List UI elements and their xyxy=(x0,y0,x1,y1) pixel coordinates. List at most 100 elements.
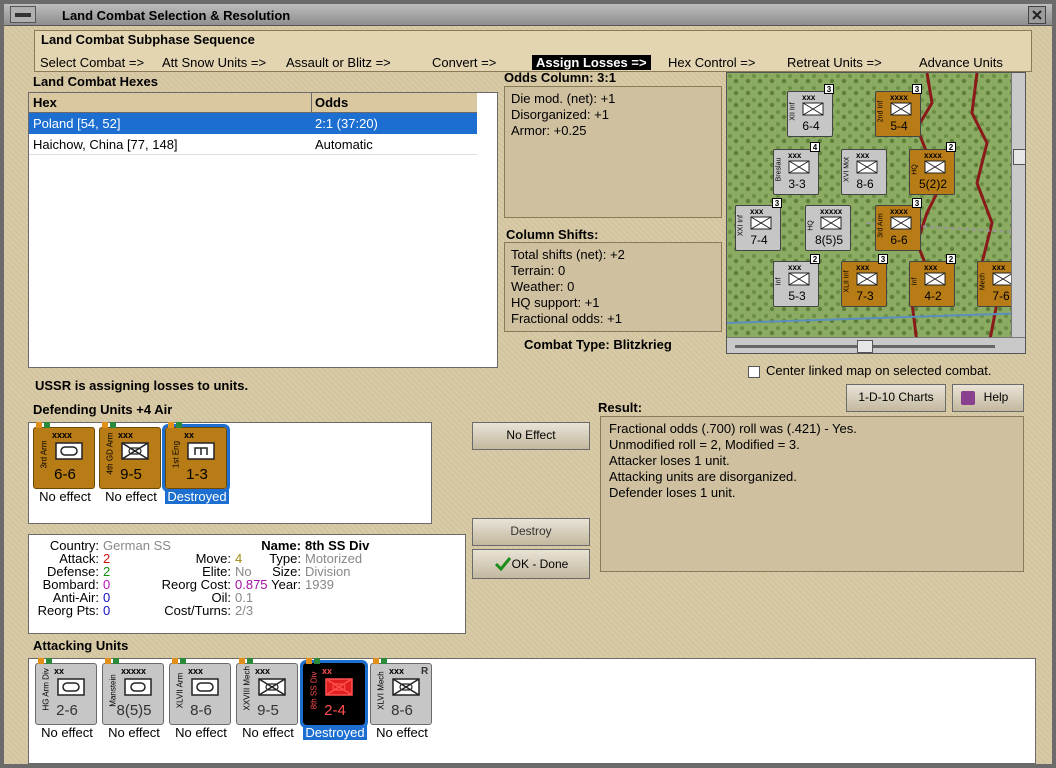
map-unit-counter[interactable]: xxxx 2nd Inf 5-4 3 xyxy=(875,84,922,137)
map-unit-counter[interactable]: xxx Inf 5-3 2 xyxy=(773,254,820,307)
reorg-pts-value: 0 xyxy=(103,603,111,618)
map-unit-size: xxx xyxy=(750,207,764,216)
map-vscroll-thumb[interactable] xyxy=(1013,149,1025,165)
land-combat-window: Land Combat Selection & Resolution Land … xyxy=(0,0,1056,768)
map-unit-counter[interactable]: xxx XLII Inf 7-3 3 xyxy=(841,254,888,307)
map-unit-counter[interactable]: xxx Breslau 3-3 4 xyxy=(773,142,820,195)
year-value: 1939 xyxy=(305,577,334,592)
step-att-snow-units[interactable]: Att Snow Units => xyxy=(162,55,266,70)
unit-size: xx xyxy=(322,666,333,676)
step-retreat-units[interactable]: Retreat Units => xyxy=(787,55,882,70)
map-unit-strength: 3-3 xyxy=(788,177,806,191)
help-label: Help xyxy=(983,390,1009,404)
map-unit-size: xxx xyxy=(788,263,802,272)
result-line: Defender loses 1 unit. xyxy=(609,485,736,500)
attacking-unit[interactable]: xxx XLVI Mech 8-6 R No effect xyxy=(370,658,434,740)
unit-symbol-icon xyxy=(186,441,216,464)
step-hex-control[interactable]: Hex Control => xyxy=(668,55,755,70)
defending-unit[interactable]: xxxx 3rd Arm 6-6 No effect xyxy=(33,422,97,504)
unit-symbol-icon xyxy=(54,441,84,464)
odds-line: Die mod. (net): +1 xyxy=(511,91,616,106)
window-title: Land Combat Selection & Resolution xyxy=(62,8,291,23)
defending-unit[interactable]: xx 1st Eng 1-3 Destroyed xyxy=(162,422,230,504)
unit-strength: 9-5 xyxy=(120,466,142,483)
map-unit-badge: 3 xyxy=(912,84,922,94)
status-dot-icon xyxy=(110,422,116,428)
unit-counter[interactable]: xx 1st Eng 1-3 xyxy=(162,422,230,492)
attacking-unit[interactable]: xx HG Arm Div 2-6 No effect xyxy=(35,658,99,740)
column-shifts-title: Column Shifts: xyxy=(506,227,599,242)
unit-counter[interactable]: xxx XLVI Mech 8-6 R xyxy=(370,658,432,725)
map-unit-counter[interactable]: xxxx 3rd Arm 6-6 3 xyxy=(875,198,922,251)
shift-line: Weather: 0 xyxy=(511,279,575,294)
odds-column-header[interactable]: Odds xyxy=(315,95,348,110)
map-unit-size: xxxx xyxy=(890,207,908,216)
linked-map[interactable]: xxx XII Inf 6-4 3 xxxx 2nd Inf 5-4 3 xxx Breslau 3… xyxy=(726,72,1026,354)
unit-counter[interactable]: xx HG Arm Div 2-6 xyxy=(35,658,97,725)
hex-column-header[interactable]: Hex xyxy=(33,95,57,110)
map-horizontal-scrollbar[interactable] xyxy=(727,337,1025,353)
map-unit-size: xxx xyxy=(788,151,802,160)
status-dot-icon xyxy=(105,658,111,664)
map-unit-strength: 7-3 xyxy=(856,289,874,303)
attacking-unit[interactable]: xxx XLVII Arm 8-6 No effect xyxy=(169,658,233,740)
map-unit-counter[interactable]: xxxx HQ 5(2)2 2 xyxy=(909,142,956,195)
close-icon[interactable] xyxy=(1028,6,1046,24)
step-convert[interactable]: Convert => xyxy=(432,55,496,70)
window-menu-icon[interactable] xyxy=(10,6,36,23)
reorg-pts-label: Reorg Pts: xyxy=(37,603,99,618)
map-unit-strength: 5(2)2 xyxy=(918,177,947,191)
map-unit-strength: 4-2 xyxy=(924,289,942,303)
map-hscroll-thumb[interactable] xyxy=(857,340,873,353)
step-select-combat[interactable]: Select Combat => xyxy=(40,55,144,70)
status-dot-icon xyxy=(36,422,42,428)
center-linked-checkbox[interactable] xyxy=(748,366,760,378)
map-unit-badge: 3 xyxy=(912,198,922,208)
map-unit-counter[interactable]: xxxxx HQ 8(5)5 xyxy=(805,205,851,251)
status-dot-icon xyxy=(247,658,253,664)
hexes-list[interactable]: Hex Odds Poland [54, 52] 2:1 (37:20) Hai… xyxy=(28,92,498,368)
map-unit-counter[interactable]: xxx XXI Inf 7-4 3 xyxy=(735,198,782,251)
unit-counter[interactable]: xxxxx Manstein 8(5)5 xyxy=(102,658,164,725)
map-unit-symbol-icon xyxy=(856,160,878,177)
unit-size: xxxx xyxy=(52,430,73,440)
status-message: USSR is assigning losses to units. xyxy=(35,378,249,393)
unit-counter[interactable]: xxx 4th GD Arm 9-5 xyxy=(99,422,161,489)
map-unit-counter[interactable]: xxx Inf 4-2 2 xyxy=(909,254,956,307)
destroy-button[interactable]: Destroy xyxy=(472,518,590,546)
unit-counter[interactable]: xxxx 3rd Arm 6-6 xyxy=(33,422,95,489)
help-button[interactable]: Help xyxy=(952,384,1024,412)
shift-line: Fractional odds: +1 xyxy=(511,311,622,326)
map-unit-symbol-icon xyxy=(856,272,878,289)
step-advance-units[interactable]: Advance Units xyxy=(919,55,1003,70)
hex-row[interactable]: Poland [54, 52] 2:1 (37:20) xyxy=(29,113,477,134)
attacking-unit[interactable]: xxxxx Manstein 8(5)5 No effect xyxy=(102,658,166,740)
reserve-mark: R xyxy=(421,666,429,677)
cost-turns-value: 2/3 xyxy=(235,603,254,618)
hex-row[interactable]: Haichow, China [77, 148] Automatic xyxy=(29,134,477,155)
map-unit-badge: 4 xyxy=(810,142,820,152)
attacking-unit[interactable]: xxx XXVIII Mech 9-5 No effect xyxy=(236,658,300,740)
attacking-unit[interactable]: xx 8th SS Div 2-4 Destroyed xyxy=(300,658,368,740)
unit-symbol-icon xyxy=(56,677,86,700)
odds-modifiers-box: Die mod. (net): +1 Disorganized: +1 Armo… xyxy=(504,86,722,218)
unit-counter[interactable]: xxx XLVII Arm 8-6 xyxy=(169,658,231,725)
step-assign-losses[interactable]: Assign Losses => xyxy=(532,55,651,70)
unit-counter[interactable]: xxx XXVIII Mech 9-5 xyxy=(236,658,298,725)
no-effect-button[interactable]: No Effect xyxy=(472,422,590,450)
map-unit-counter[interactable]: xxx XVI Mot 8-6 xyxy=(841,149,887,195)
odds-cell: 2:1 (37:20) xyxy=(315,116,378,131)
ok-done-button[interactable]: OK - Done xyxy=(472,549,590,579)
status-dot-icon xyxy=(180,658,186,664)
map-unit-symbol-icon xyxy=(890,216,912,233)
map-unit-counter[interactable]: xxx XII Inf 6-4 3 xyxy=(787,84,834,137)
step-assault-or-blitz[interactable]: Assault or Blitz => xyxy=(286,55,391,70)
unit-counter[interactable]: xx 8th SS Div 2-4 xyxy=(300,658,368,728)
map-vertical-scrollbar[interactable] xyxy=(1011,73,1025,337)
charts-button[interactable]: 1-D-10 Charts xyxy=(846,384,946,412)
unit-strength: 2-4 xyxy=(324,702,346,719)
subphase-title: Land Combat Subphase Sequence xyxy=(41,32,255,47)
status-dot-icon xyxy=(381,658,387,664)
defending-unit[interactable]: xxx 4th GD Arm 9-5 No effect xyxy=(99,422,163,504)
hexes-header: Hex Odds xyxy=(29,93,477,113)
